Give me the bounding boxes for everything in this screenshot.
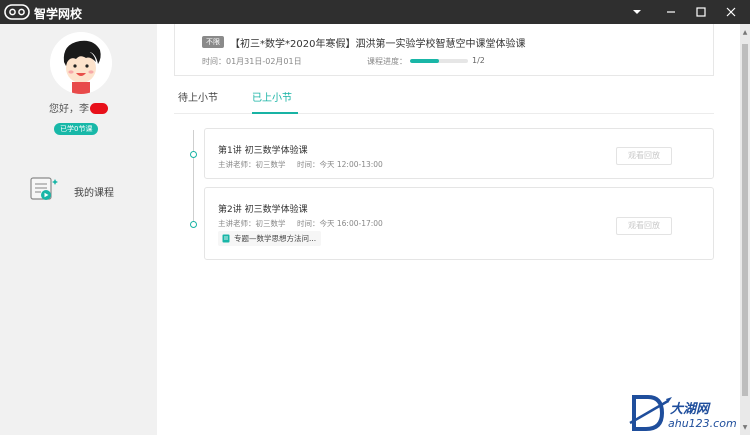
sidebar-item-label: 我的课程: [74, 188, 114, 199]
redacted-name-mark: [90, 103, 108, 114]
watermark-logo: 大湖网 ahu123.com: [629, 395, 737, 431]
lesson-material-link[interactable]: 专题—数学思想方法问...: [218, 231, 322, 246]
scrollbar-thumb[interactable]: [742, 44, 748, 396]
watch-replay-button[interactable]: 观看回放: [616, 147, 672, 165]
avatar[interactable]: [50, 32, 112, 94]
progress-label: 课程进度：: [367, 57, 407, 66]
material-name: 专题—数学思想方法问...: [234, 234, 317, 243]
cartoon-boy-avatar-icon: [50, 32, 112, 94]
sidebar-item-my-courses[interactable]: 我的课程: [28, 176, 148, 202]
lesson-time: 时间：今天 16:00-17:00: [297, 219, 383, 228]
lesson-teacher: 主讲老师：初三数学: [218, 160, 286, 169]
progress-bar: [410, 59, 468, 63]
document-icon: [222, 234, 230, 243]
progress-count: 1/2: [472, 56, 485, 65]
greeting-prefix: 您好，: [49, 104, 79, 115]
course-title: 【初三*数学*2020年寒假】泗洪第一实验学校智慧空中课堂体验课: [230, 39, 526, 50]
learned-count-badge: 已学0节课: [54, 123, 99, 135]
active-tab-indicator: [252, 112, 298, 114]
watch-replay-button[interactable]: 观看回放: [616, 217, 672, 235]
lesson-title: 第1讲 初三数学体验课: [218, 146, 308, 156]
lesson-teacher: 主讲老师：初三数学: [218, 219, 286, 228]
course-list-icon: [30, 177, 58, 200]
chevron-down-icon: [633, 10, 641, 14]
course-time: 时间：01月31日-02月01日: [202, 57, 302, 66]
maximize-button[interactable]: [686, 0, 716, 24]
course-tag: 不限: [202, 36, 224, 48]
minimize-button[interactable]: [656, 0, 686, 24]
scroll-up-icon[interactable]: ▲: [740, 28, 750, 38]
user-name: 李: [79, 104, 89, 115]
lesson-card: 第2讲 初三数学体验课 主讲老师：初三数学 时间：今天 16:00-17:00 …: [204, 187, 714, 260]
vertical-scrollbar[interactable]: ▲ ▼: [740, 24, 750, 435]
lesson-card: 第1讲 初三数学体验课 主讲老师：初三数学 时间：今天 12:00-13:00 …: [204, 128, 714, 179]
tab-completed[interactable]: 已上小节: [252, 89, 292, 104]
timeline-dot: [189, 221, 197, 228]
progress-bar-fill: [410, 59, 439, 63]
close-button[interactable]: [716, 0, 746, 24]
lesson-title: 第2讲 初三数学体验课: [218, 205, 308, 215]
minimize-icon: [667, 11, 675, 13]
svg-text:ahu123.com: ahu123.com: [668, 417, 737, 430]
user-greeting: 您好，李: [0, 100, 157, 115]
tab-upcoming[interactable]: 待上小节: [178, 89, 218, 104]
timeline-line: [193, 130, 194, 224]
close-icon: [726, 7, 736, 17]
window-menu-button[interactable]: [622, 0, 652, 24]
app-title: 智学网校: [34, 7, 83, 21]
maximize-icon: [696, 7, 706, 17]
app-logo-icon: [4, 4, 30, 20]
sidebar: 您好，李 已学0节课 我的课程: [0, 24, 157, 435]
timeline-dot: [189, 151, 197, 158]
lesson-tabs: 待上小节 已上小节: [174, 84, 714, 114]
svg-text:大湖网: 大湖网: [670, 401, 711, 417]
course-summary-card: 不限 【初三*数学*2020年寒假】泗洪第一实验学校智慧空中课堂体验课 时间：0…: [174, 24, 714, 76]
title-bar: 智学网校: [0, 0, 750, 24]
lesson-time: 时间：今天 12:00-13:00: [297, 160, 383, 169]
